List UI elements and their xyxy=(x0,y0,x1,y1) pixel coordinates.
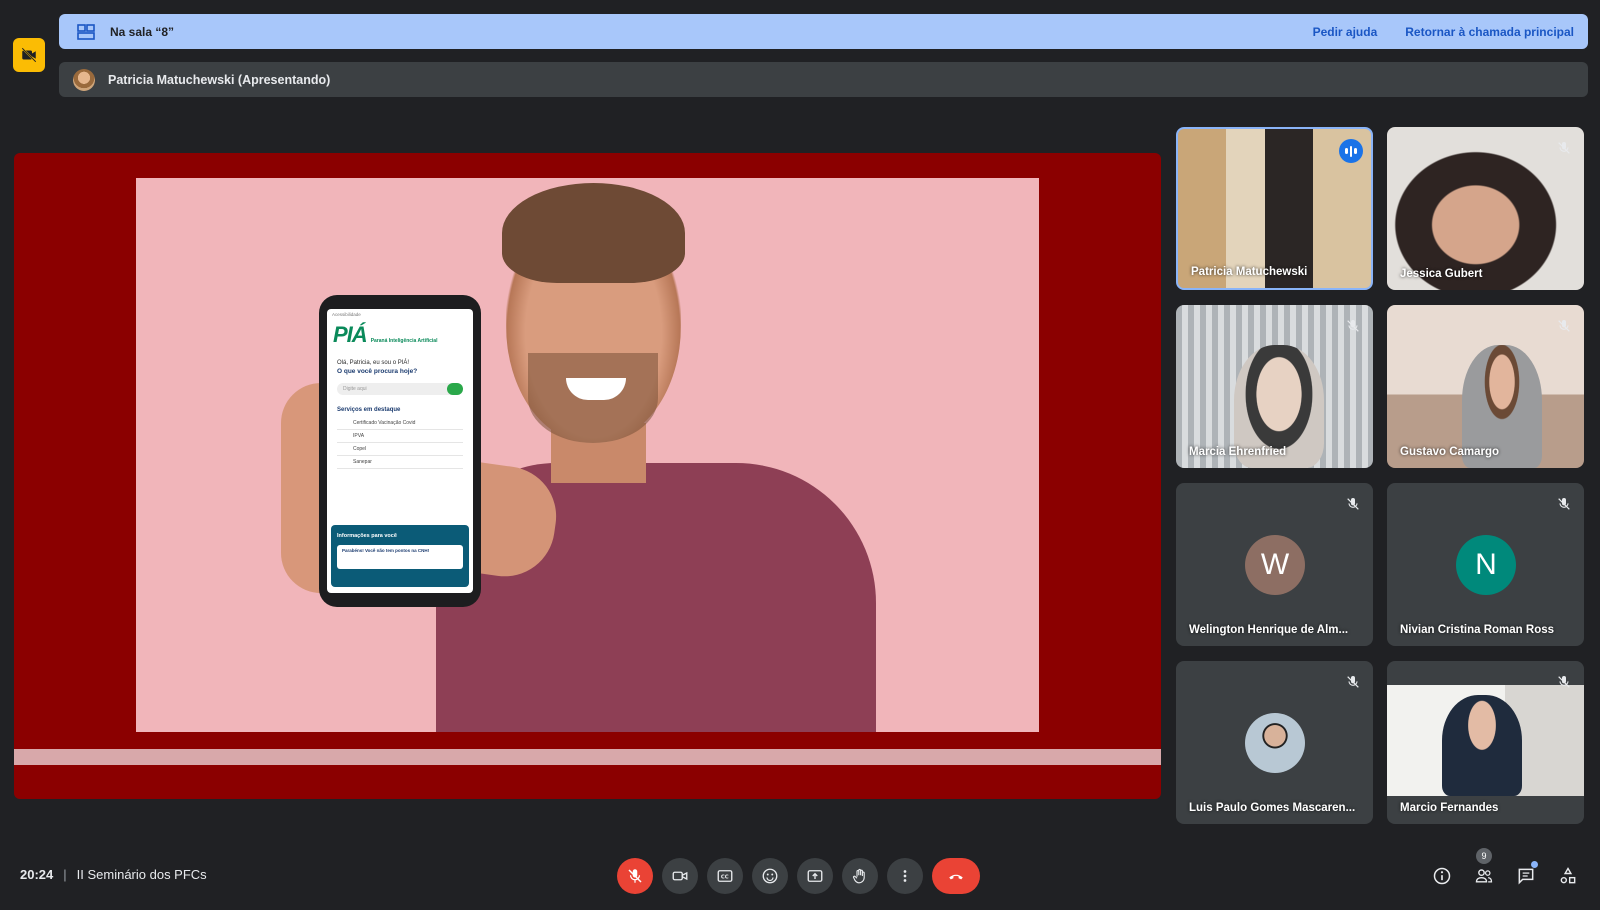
avatar: W xyxy=(1245,535,1305,595)
phone-greeting: Olá, Patricia, eu sou o PIÁ! xyxy=(337,360,410,366)
captions-button[interactable]: CC xyxy=(707,858,743,894)
room-label: Na sala “8” xyxy=(110,24,175,39)
raise-hand-icon xyxy=(852,868,865,884)
people-icon xyxy=(1475,869,1493,883)
meeting-time: 20:24 xyxy=(20,867,54,882)
phone-topline: Acessibilidade xyxy=(332,312,361,317)
phone-info-card: Parabéns! Você não tem pontos na CNH! xyxy=(337,545,463,569)
mic-off-icon xyxy=(1558,498,1570,510)
participant-tile[interactable]: Jessica Gubert xyxy=(1387,127,1584,290)
phone-question: O que você procura hoje? xyxy=(337,368,418,375)
phone-info-panel: Informações para você Parabéns! Você não… xyxy=(331,525,469,587)
present-icon xyxy=(807,870,823,882)
activities-button[interactable] xyxy=(1556,858,1580,894)
participant-video xyxy=(1387,685,1584,796)
slide-bottom-strip xyxy=(14,749,1161,765)
people-button[interactable]: 9 xyxy=(1472,848,1496,894)
phone-info-heading: Informações para você xyxy=(337,533,397,539)
participant-tile[interactable]: Gustavo Camargo xyxy=(1387,305,1584,468)
activities-icon xyxy=(1560,867,1576,884)
svg-text:CC: CC xyxy=(721,874,729,880)
emoji-icon xyxy=(762,868,778,884)
mic-off-icon xyxy=(1558,142,1570,154)
participant-name: Nivian Cristina Roman Ross xyxy=(1400,624,1555,636)
phone-services-heading: Serviços em destaque xyxy=(337,407,401,413)
mic-off-icon xyxy=(628,869,642,883)
phone-service-item: IPVA xyxy=(337,430,463,443)
breakout-room-bar: Na sala “8” Pedir ajuda Retornar à chama… xyxy=(59,14,1588,49)
presenter-label: Patricia Matuchewski (Apresentando) xyxy=(108,72,331,87)
present-screen-button[interactable] xyxy=(797,858,833,894)
reactions-button[interactable] xyxy=(752,858,788,894)
phone-service-item: Certificado Vacinação Covid xyxy=(337,417,463,430)
participant-tile[interactable]: Marcia Ehrenfried xyxy=(1176,305,1373,468)
pia-logo-subtext: Paraná Inteligência Artificial xyxy=(370,338,438,344)
phone-service-item: Copel xyxy=(337,443,463,456)
participant-tile[interactable]: W Welington Henrique de Alm... xyxy=(1176,483,1373,646)
grid-icon xyxy=(77,23,95,40)
videocam-icon xyxy=(672,871,688,881)
return-main-call-link[interactable]: Retornar à chamada principal xyxy=(1405,25,1574,39)
phone-screen: Acessibilidade PIÁ Paraná Inteligência Ar… xyxy=(327,309,473,593)
person-hair xyxy=(502,183,685,283)
participant-tile[interactable]: Patricia Matuchewski xyxy=(1176,127,1373,290)
captions-icon: CC xyxy=(717,870,733,882)
speaking-indicator-icon xyxy=(1339,139,1363,163)
slide-image: Acessibilidade PIÁ Paraná Inteligência Ar… xyxy=(136,178,1039,732)
meeting-name: II Seminário dos PFCs xyxy=(76,867,207,882)
avatar: N xyxy=(1456,535,1516,595)
mic-off-icon xyxy=(1347,498,1359,510)
participant-count-badge: 9 xyxy=(1476,848,1492,864)
participant-tile[interactable]: N Nivian Cristina Roman Ross xyxy=(1387,483,1584,646)
mic-off-icon xyxy=(1558,676,1570,688)
participant-name: Gustavo Camargo xyxy=(1400,446,1500,458)
bottom-toolbar: 20:24 | II Seminário dos PFCs CC 9 xyxy=(0,848,1600,900)
unread-dot xyxy=(1531,861,1538,868)
phone-search: Digite aqui xyxy=(337,383,463,395)
participant-name: Luis Paulo Gomes Mascaren... xyxy=(1189,802,1356,814)
presenter-bar: Patricia Matuchewski (Apresentando) xyxy=(59,62,1588,97)
more-icon xyxy=(903,870,907,882)
participant-name: Patricia Matuchewski xyxy=(1191,266,1308,278)
leave-call-button[interactable] xyxy=(932,858,980,894)
mic-toggle-button[interactable] xyxy=(617,858,653,894)
divider: | xyxy=(63,867,67,882)
chat-button[interactable] xyxy=(1514,858,1538,894)
phone-service-item: Sanepar xyxy=(337,456,463,469)
camera-off-badge[interactable] xyxy=(13,38,45,72)
mic-off-icon xyxy=(1558,320,1570,332)
info-icon xyxy=(1433,867,1451,885)
camera-off-icon xyxy=(21,47,37,63)
participant-name: Marcia Ehrenfried xyxy=(1189,446,1287,458)
presenter-avatar xyxy=(73,68,95,91)
phone-mockup: Acessibilidade PIÁ Paraná Inteligência Ar… xyxy=(319,295,481,607)
hangup-icon xyxy=(949,874,963,880)
side-panel-controls: 9 xyxy=(1430,848,1580,894)
participant-name: Welington Henrique de Alm... xyxy=(1189,624,1349,636)
participant-name: Marcio Fernandes xyxy=(1400,802,1499,814)
more-options-button[interactable] xyxy=(887,858,923,894)
participant-tile[interactable]: Marcio Fernandes xyxy=(1387,661,1584,824)
mic-off-icon xyxy=(1347,320,1359,332)
presentation-screen: Acessibilidade PIÁ Paraná Inteligência Ar… xyxy=(14,153,1161,799)
raise-hand-button[interactable] xyxy=(842,858,878,894)
meeting-details-button[interactable] xyxy=(1430,858,1454,894)
participant-tile[interactable]: Luis Paulo Gomes Mascaren... xyxy=(1176,661,1373,824)
pia-logo-text: PIÁ xyxy=(333,322,368,347)
pia-logo: PIÁ Paraná Inteligência Artificial xyxy=(327,320,473,350)
call-controls: CC xyxy=(617,858,980,894)
chat-icon xyxy=(1518,868,1534,885)
participant-name: Jessica Gubert xyxy=(1400,268,1483,280)
avatar xyxy=(1245,713,1305,773)
meeting-info: 20:24 | II Seminário dos PFCs xyxy=(20,867,207,882)
ask-help-link[interactable]: Pedir ajuda xyxy=(1313,25,1378,39)
camera-toggle-button[interactable] xyxy=(662,858,698,894)
mic-off-icon xyxy=(1347,676,1359,688)
